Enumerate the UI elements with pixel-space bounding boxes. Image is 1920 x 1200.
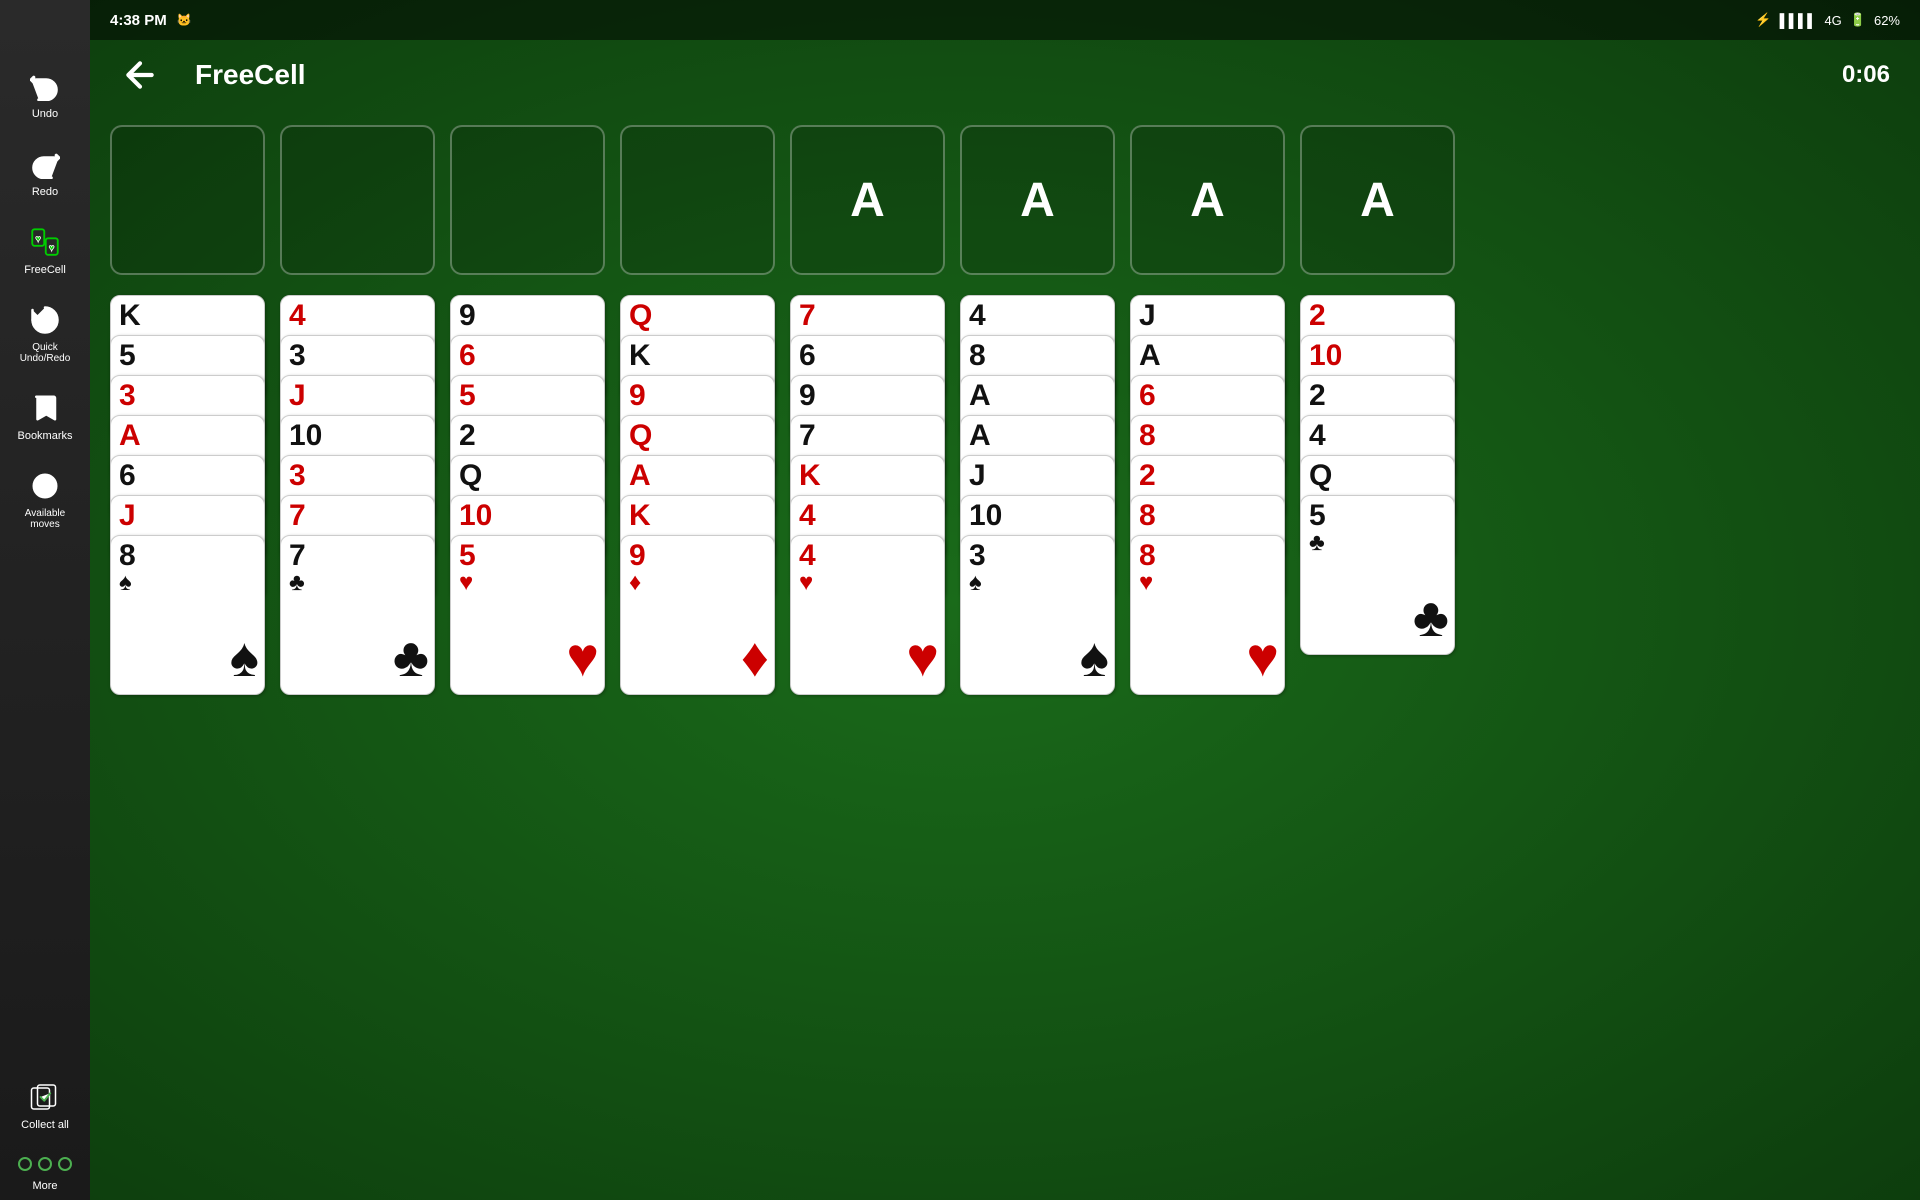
battery-percent: 62% <box>1874 13 1900 28</box>
free-cell-3[interactable] <box>450 125 605 275</box>
back-icon[interactable] <box>120 55 160 95</box>
foundation-cell-1[interactable]: A <box>790 125 945 275</box>
more-button[interactable]: More <box>5 1149 85 1200</box>
card[interactable]: 9♦♦ <box>620 535 775 695</box>
card[interactable]: 3♠♠ <box>960 535 1115 695</box>
cards-area: A A A A K♠♠ 5♠♠ 3♥♥ A♦♦ 6♠♠ J♥♥ 8♠♠ 4♦♦ … <box>90 110 1920 1200</box>
more-dot <box>58 1157 72 1171</box>
available-moves-button[interactable]: Available moves <box>5 460 85 538</box>
svg-text:♥: ♥ <box>35 234 41 245</box>
free-cell-2[interactable] <box>280 125 435 275</box>
column-5: 7♥♥ 6♣♣ 9♠♠ 7♠♠ K♦♦ 4♥♥ 4♥♥ <box>790 295 945 1190</box>
foundation-cell-3[interactable]: A <box>1130 125 1285 275</box>
time-display: 4:38 PM <box>110 12 167 29</box>
foundation-cell-4[interactable]: A <box>1300 125 1455 275</box>
card[interactable]: 8♥♥ <box>1130 535 1285 695</box>
card[interactable]: 5♥♥ <box>450 535 605 695</box>
card[interactable]: 8♠♠ <box>110 535 265 695</box>
column-8: 2♦♦ 10♦♦ 2♠♠ 4♠♠ Q♠♠ 5♣♣ <box>1300 295 1455 1190</box>
collect-all-button[interactable]: Collect all <box>5 1071 85 1139</box>
card[interactable]: 5♣♣ <box>1300 495 1455 655</box>
game-area: 4:38 PM 🐱 ⚡ ▌▌▌▌ 4G 🔋 62% FreeCell 0:06 … <box>90 0 1920 1200</box>
game-title: FreeCell <box>195 59 306 91</box>
signal-strength: ▌▌▌▌ <box>1780 13 1817 28</box>
bookmarks-button[interactable]: Bookmarks <box>5 382 85 450</box>
game-timer: 0:06 <box>1842 61 1890 89</box>
column-7: J♣♣ A♣♣ 6♦♦ 8♦♦ 2♥♥ 8♥♥ 8♥♥ <box>1130 295 1285 1190</box>
status-bar: 4:38 PM 🐱 ⚡ ▌▌▌▌ 4G 🔋 62% <box>90 0 1920 40</box>
network-type: 4G <box>1824 13 1841 28</box>
battery-area: ⚡ ▌▌▌▌ 4G 🔋 62% <box>1755 12 1900 28</box>
free-cell-4[interactable] <box>620 125 775 275</box>
game-button[interactable]: ♥ ♥ FreeCell <box>5 216 85 284</box>
bluetooth-icon: ⚡ <box>1755 12 1771 28</box>
more-dot <box>38 1157 52 1171</box>
undo-button[interactable]: Undo <box>5 60 85 128</box>
redo-button[interactable]: Redo <box>5 138 85 206</box>
card[interactable]: 4♥♥ <box>790 535 945 695</box>
column-3: 9♣♣ 6♥♥ 5♦♦ 2♣♣ Q♣♣ 10♥♥ 5♥♥ <box>450 295 605 1190</box>
more-dot <box>18 1157 32 1171</box>
status-icon: 🐱 <box>177 13 192 27</box>
card[interactable]: 7♣♣ <box>280 535 435 695</box>
foundation-cell-2[interactable]: A <box>960 125 1115 275</box>
column-1: K♠♠ 5♠♠ 3♥♥ A♦♦ 6♠♠ J♥♥ 8♠♠ <box>110 295 265 1190</box>
column-4: Q♦♦ K♣♣ 9♦♦ Q♥♥ A♥♥ K♥♥ 9♦♦ <box>620 295 775 1190</box>
column-2: 4♦♦ 3♣♣ J♦♦ 10♣♣ 3♦♦ 7♦♦ 7♣♣ <box>280 295 435 1190</box>
top-bar: FreeCell 0:06 <box>90 40 1920 110</box>
battery-icon: 🔋 <box>1850 12 1866 28</box>
svg-text:♥: ♥ <box>49 243 55 254</box>
free-cell-1[interactable] <box>110 125 265 275</box>
top-cells-row: A A A A <box>110 120 1900 280</box>
quick-undo-button[interactable]: Quick Undo/Redo <box>5 294 85 372</box>
sidebar: Undo Redo ♥ ♥ FreeCell Quick Undo/ <box>0 0 90 1200</box>
column-6: 4♣♣ 8♣♣ A♣♣ A♠♠ J♠♠ 10♠♠ 3♠♠ <box>960 295 1115 1190</box>
columns: K♠♠ 5♠♠ 3♥♥ A♦♦ 6♠♠ J♥♥ 8♠♠ 4♦♦ 3♣♣ J♦♦ … <box>110 295 1900 1190</box>
